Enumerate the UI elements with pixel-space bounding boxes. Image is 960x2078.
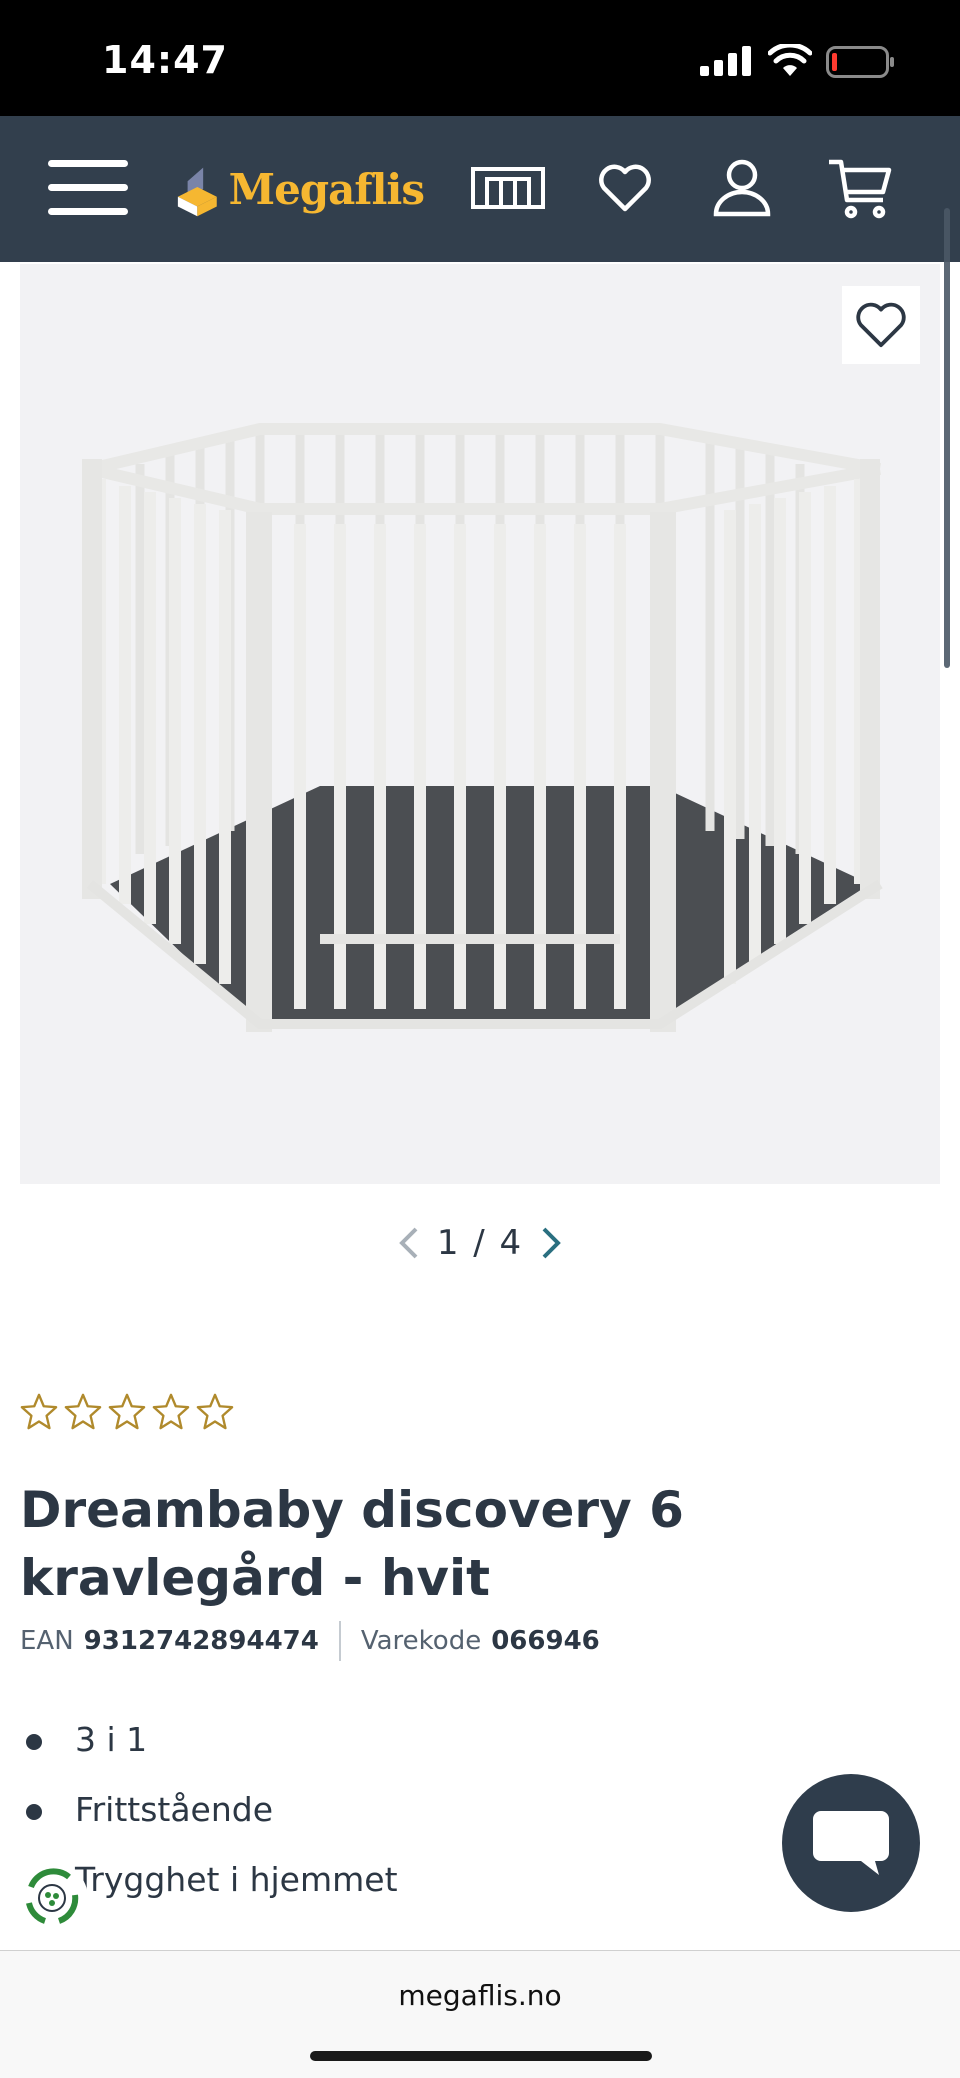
sku-label: Varekode bbox=[360, 1626, 482, 1656]
star-icon bbox=[64, 1393, 102, 1430]
logo-text: Megaflis bbox=[228, 164, 425, 214]
wifi-icon bbox=[768, 44, 812, 76]
scrollbar[interactable] bbox=[944, 208, 950, 668]
battery-icon bbox=[826, 46, 894, 78]
feature-item: 3 i 1 bbox=[20, 1712, 398, 1782]
browser-url[interactable]: megaflis.no bbox=[0, 1979, 960, 2012]
star-icon bbox=[152, 1393, 190, 1430]
star-icon bbox=[196, 1393, 234, 1430]
heart-icon[interactable] bbox=[585, 152, 665, 224]
chevron-right-icon bbox=[542, 1227, 562, 1259]
product-meta: EAN 9312742894474 Varekode 066946 bbox=[20, 1620, 600, 1662]
meta-divider bbox=[338, 1621, 341, 1661]
chat-bubble-icon bbox=[813, 1811, 889, 1875]
cart-icon[interactable] bbox=[820, 152, 900, 224]
menu-icon[interactable] bbox=[44, 156, 132, 220]
logo-mark-icon bbox=[177, 167, 217, 217]
rating-stars[interactable] bbox=[20, 1392, 234, 1430]
browser-bar: megaflis.no bbox=[0, 1950, 960, 2078]
user-icon[interactable] bbox=[702, 152, 782, 224]
site-header: Megaflis bbox=[0, 116, 960, 262]
image-pager: 1 / 4 bbox=[380, 1216, 580, 1270]
store-icon[interactable] bbox=[468, 152, 548, 224]
pager-counter: 1 / 4 bbox=[436, 1223, 524, 1263]
next-image-button[interactable] bbox=[531, 1216, 571, 1270]
star-icon bbox=[20, 1393, 58, 1430]
recycle-icon bbox=[22, 1868, 82, 1928]
product-image[interactable] bbox=[20, 264, 940, 1184]
logo[interactable]: Megaflis bbox=[174, 152, 425, 226]
eco-badge[interactable] bbox=[16, 1862, 88, 1934]
home-indicator[interactable] bbox=[310, 2051, 652, 2061]
prev-image-button[interactable] bbox=[389, 1216, 429, 1270]
status-time: 14:47 bbox=[102, 38, 228, 82]
star-icon bbox=[108, 1393, 146, 1430]
sku-value: 066946 bbox=[491, 1626, 600, 1656]
ean-value: 9312742894474 bbox=[83, 1626, 319, 1656]
chat-button[interactable] bbox=[782, 1774, 920, 1912]
chevron-left-icon bbox=[398, 1227, 418, 1259]
status-bar: 14:47 bbox=[0, 0, 960, 116]
favorite-button[interactable] bbox=[842, 286, 920, 364]
feature-item: Frittstående bbox=[20, 1782, 398, 1852]
ean-label: EAN bbox=[20, 1626, 74, 1656]
signal-icon bbox=[700, 46, 751, 76]
product-title: Dreambaby discovery 6 kravlegård - hvit bbox=[20, 1481, 684, 1607]
